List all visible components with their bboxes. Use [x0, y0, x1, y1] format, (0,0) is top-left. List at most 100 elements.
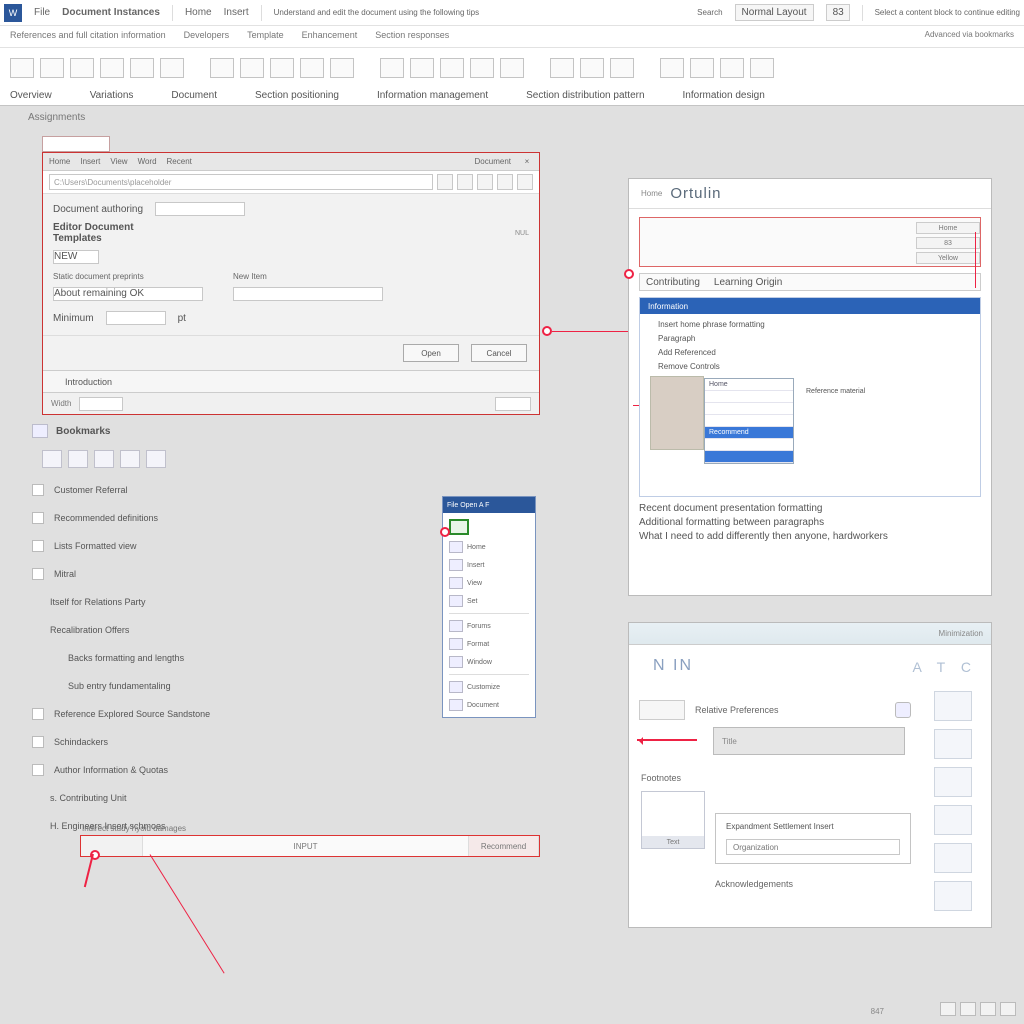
side-tool[interactable] — [934, 691, 972, 721]
gallery-thumb[interactable] — [580, 58, 604, 78]
fld1-input[interactable] — [155, 202, 245, 216]
cm-5[interactable] — [705, 439, 793, 451]
zoom-btn[interactable] — [1000, 1002, 1016, 1016]
fp-r1[interactable]: Insert — [467, 562, 485, 569]
gallery-thumb[interactable] — [410, 58, 434, 78]
ol-11[interactable]: s. Contributing Unit — [50, 793, 127, 803]
ol-tool[interactable] — [68, 450, 88, 468]
ol-8[interactable]: Reference Explored Source Sandstone — [54, 709, 210, 719]
ol-tool[interactable] — [42, 450, 62, 468]
gallery-thumb[interactable] — [100, 58, 124, 78]
cm-sel2[interactable] — [705, 451, 793, 463]
ol-9[interactable]: Schindackers — [54, 737, 108, 747]
pb-title-input[interactable]: Title — [713, 727, 905, 755]
rt-3[interactable]: Enhancement — [302, 30, 358, 47]
dh-3[interactable]: Word — [138, 157, 157, 166]
zoom-btn[interactable] — [940, 1002, 956, 1016]
gallery-thumb[interactable] — [660, 58, 684, 78]
dh-1[interactable]: Insert — [80, 157, 100, 166]
fp-icon[interactable] — [449, 699, 463, 711]
side-tool[interactable] — [934, 805, 972, 835]
sec-value-input[interactable]: NEW — [53, 250, 99, 264]
opt-input[interactable] — [106, 311, 166, 325]
gallery-thumb[interactable] — [130, 58, 154, 78]
col2-input[interactable] — [233, 287, 383, 301]
fp-icon[interactable] — [449, 620, 463, 632]
pb-chip[interactable] — [639, 700, 685, 720]
address-bar[interactable]: C:\Users\Documents\placeholder — [49, 174, 433, 190]
gallery-thumb[interactable] — [160, 58, 184, 78]
gallery-thumb[interactable] — [40, 58, 64, 78]
qat-insert[interactable]: Insert — [224, 7, 249, 18]
col1-input[interactable]: About remaining OK — [53, 287, 203, 301]
fp-r8[interactable]: Document — [467, 702, 499, 709]
side-tool[interactable] — [934, 729, 972, 759]
ol-tool[interactable] — [120, 450, 140, 468]
help-icon[interactable] — [895, 702, 911, 718]
gallery-thumb[interactable] — [270, 58, 294, 78]
close-icon[interactable]: × — [521, 157, 533, 166]
fp-r5[interactable]: Format — [467, 641, 489, 648]
ol-4[interactable]: Itself for Relations Party — [50, 597, 146, 607]
ol-10[interactable]: Author Information & Quotas — [54, 765, 168, 775]
ol-tool[interactable] — [94, 450, 114, 468]
dh-2[interactable]: View — [110, 157, 127, 166]
dh-5[interactable]: Document — [475, 157, 511, 166]
zoom-btn[interactable] — [980, 1002, 996, 1016]
pb-box-field[interactable]: Organization — [726, 839, 900, 855]
ol-5[interactable]: Recalibration Offers — [50, 625, 129, 635]
ok-button[interactable]: Open — [403, 344, 459, 362]
fp-icon[interactable] — [449, 595, 463, 607]
gallery-thumb[interactable] — [300, 58, 324, 78]
pt-side-0[interactable]: Home — [916, 222, 980, 234]
side-tool[interactable] — [934, 767, 972, 797]
gallery-thumb[interactable] — [210, 58, 234, 78]
gallery-thumb[interactable] — [500, 58, 524, 78]
fp-icon[interactable] — [449, 681, 463, 693]
ft-input[interactable] — [79, 397, 123, 411]
cm-0[interactable]: Home — [705, 379, 793, 391]
floating-panel[interactable]: File Open A F Home Insert View Set Forum… — [442, 496, 536, 718]
fp-icon[interactable] — [449, 559, 463, 571]
cm-2[interactable] — [705, 403, 793, 415]
gallery-thumb[interactable] — [750, 58, 774, 78]
pt-side-1[interactable]: 83 — [916, 237, 980, 249]
toolbar-btn[interactable] — [457, 174, 473, 190]
doc-tab[interactable] — [42, 136, 110, 152]
toolbar-btn[interactable] — [437, 174, 453, 190]
gallery-thumb[interactable] — [10, 58, 34, 78]
fp-r2[interactable]: View — [467, 580, 482, 587]
gallery-thumb[interactable] — [550, 58, 574, 78]
bar-cell2[interactable]: INPUT — [143, 836, 469, 856]
fp-icon[interactable] — [449, 638, 463, 650]
fp-icon[interactable] — [449, 656, 463, 668]
qat-file[interactable]: File — [34, 7, 50, 18]
side-tool[interactable] — [934, 881, 972, 911]
cancel-button[interactable]: Cancel — [471, 344, 527, 362]
gallery-thumb[interactable] — [440, 58, 464, 78]
gallery-thumb[interactable] — [720, 58, 744, 78]
rt-4[interactable]: Section responses — [375, 30, 449, 47]
zoom-btn[interactable] — [960, 1002, 976, 1016]
gallery-thumb[interactable] — [690, 58, 714, 78]
cm-1[interactable] — [705, 391, 793, 403]
ol-1[interactable]: Recommended definitions — [54, 513, 158, 523]
dh-4[interactable]: Recent — [167, 157, 192, 166]
rt-2[interactable]: Template — [247, 30, 284, 47]
side-tool[interactable] — [934, 843, 972, 873]
fp-selected[interactable] — [449, 519, 469, 535]
gallery-thumb[interactable] — [470, 58, 494, 78]
toolbar-btn[interactable] — [497, 174, 513, 190]
ol-2[interactable]: Lists Formatted view — [54, 541, 137, 551]
fp-r0[interactable]: Home — [467, 544, 486, 551]
ol-3[interactable]: Mitral — [54, 569, 76, 579]
fp-titlebar[interactable]: File Open A F — [443, 497, 535, 513]
dh-0[interactable]: Home — [49, 157, 70, 166]
fp-icon[interactable] — [449, 541, 463, 553]
qat-home[interactable]: Home — [185, 7, 212, 18]
layout-code[interactable]: 83 — [826, 4, 850, 21]
toolbar-btn[interactable] — [517, 174, 533, 190]
fp-icon[interactable] — [449, 577, 463, 589]
fp-r3[interactable]: Set — [467, 598, 478, 605]
gallery-thumb[interactable] — [380, 58, 404, 78]
